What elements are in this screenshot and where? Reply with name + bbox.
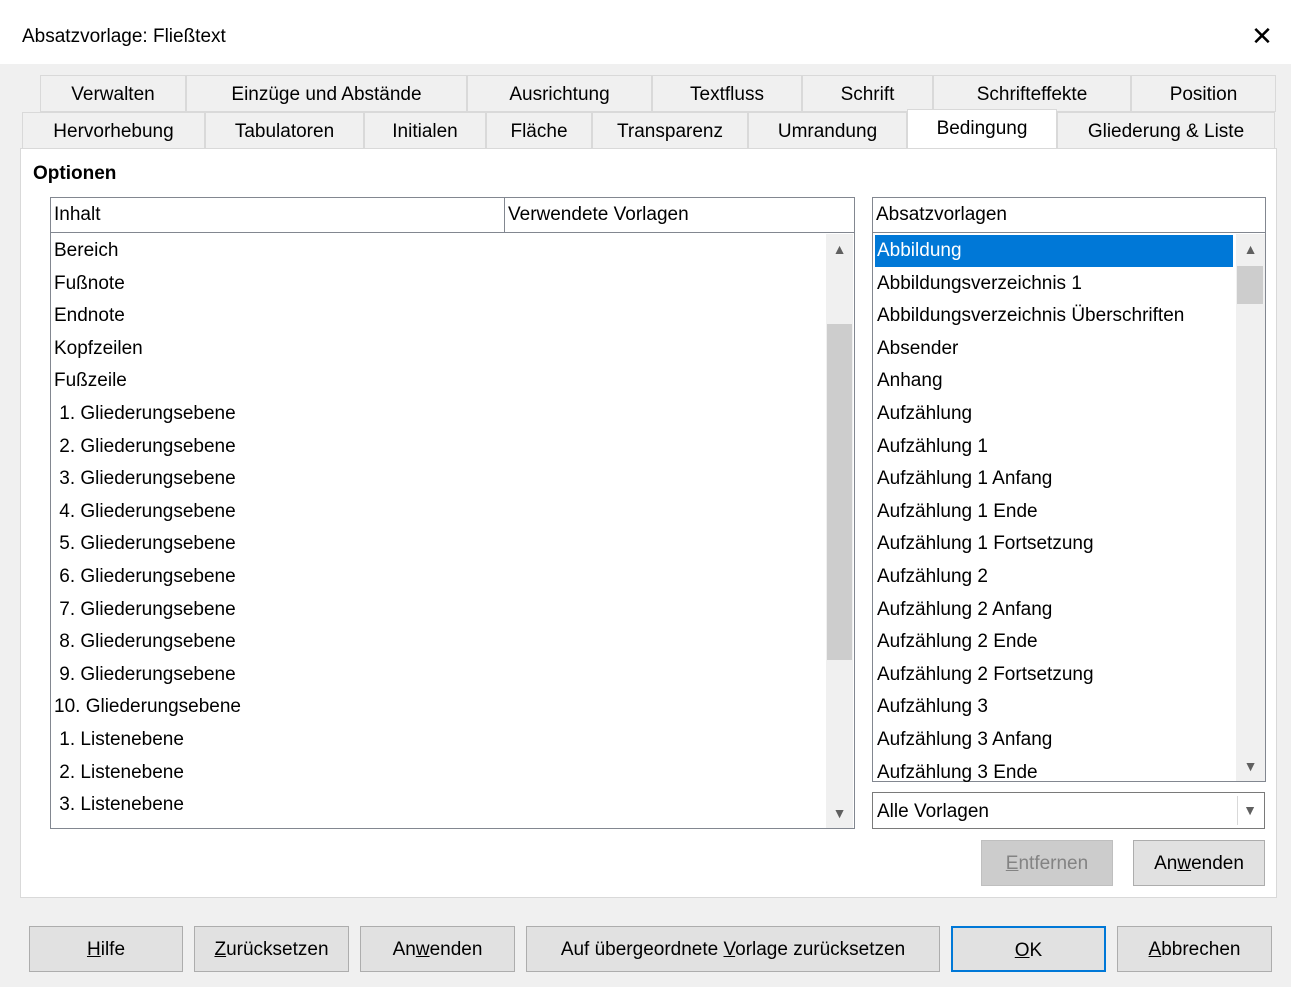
remove-button[interactable]: Entfernen (981, 840, 1113, 886)
paragraph-styles-list[interactable]: Absatzvorlagen Abbildung Abbildungsverzei… (872, 197, 1266, 783)
style-list-item[interactable]: Abbildungsverzeichnis 1 (875, 268, 1082, 300)
context-list[interactable]: Inhalt Verwendete Vorlagen Bereich Fußnot… (50, 197, 855, 829)
apply-label-mnemonic: w (1177, 853, 1192, 874)
style-list-item[interactable]: Aufzählung 3 Ende (875, 757, 1038, 789)
apply-condition-button[interactable]: Anwenden (1133, 840, 1265, 886)
cancel-button[interactable]: Abbrechen (1117, 926, 1272, 972)
help-label-mnemonic: H (86, 939, 101, 960)
style-list-item[interactable]: Aufzählung 1 (875, 431, 988, 463)
scrollbar-thumb[interactable] (1237, 266, 1263, 304)
reset-to-parent-button[interactable]: Auf übergeordnete Vorlage zurücksetzen (526, 926, 940, 972)
tab-textfluss[interactable]: Textfluss (652, 75, 802, 112)
window-title: Absatzvorlage: Fließtext (22, 26, 226, 47)
reset-label-mnemonic: Z (214, 939, 227, 960)
scrollbar-thumb[interactable] (827, 324, 852, 660)
close-icon[interactable]: ✕ (1246, 20, 1278, 52)
tab-bedingung[interactable]: Bedingung (907, 109, 1057, 149)
style-list-item[interactable]: Aufzählung 3 Anfang (875, 724, 1052, 756)
chevron-down-icon[interactable]: ▼ (826, 798, 853, 828)
style-list-item[interactable]: Aufzählung 2 Fortsetzung (875, 659, 1094, 691)
tab-gliederung-liste[interactable]: Gliederung & Liste (1057, 112, 1275, 149)
context-list-item[interactable]: 6. Gliederungsebene (54, 561, 235, 593)
footer-apply-label-b: enden (429, 939, 483, 960)
context-list-item[interactable]: 4. Gliederungsebene (54, 496, 235, 528)
tab-fläche[interactable]: Fläche (486, 112, 592, 149)
context-list-item[interactable]: 9. Gliederungsebene (54, 659, 235, 691)
style-list-item-selected[interactable]: Abbildung (875, 235, 1233, 267)
help-button[interactable]: Hilfe (29, 926, 183, 972)
style-list-item[interactable]: Aufzählung 2 Anfang (875, 594, 1052, 626)
context-list-item[interactable]: 1. Listenebene (54, 724, 184, 756)
context-list-item[interactable]: 2. Listenebene (54, 757, 184, 789)
context-list-item[interactable]: 8. Gliederungsebene (54, 626, 235, 658)
remove-label-mnemonic: E (1005, 853, 1019, 874)
ok-label-b: K (1029, 940, 1043, 961)
context-list-header: Inhalt Verwendete Vorlagen (51, 198, 854, 233)
context-list-item[interactable]: Fußnote (54, 268, 125, 300)
context-list-item[interactable]: 7. Gliederungsebene (54, 594, 235, 626)
footer-apply-label-mnemonic: w (415, 939, 430, 960)
parent-label-mnemonic: V (723, 939, 736, 960)
context-list-item[interactable]: 2. Gliederungsebene (54, 431, 235, 463)
style-list-item[interactable]: Aufzählung 1 Ende (875, 496, 1038, 528)
context-list-item[interactable]: Fußzeile (54, 365, 127, 397)
style-list-item[interactable]: Aufzählung 1 Fortsetzung (875, 528, 1094, 560)
column-header-absatzvorlagen[interactable]: Absatzvorlagen (873, 198, 1265, 232)
chevron-up-icon[interactable]: ▲ (826, 234, 853, 264)
ok-label-mnemonic: O (1014, 940, 1030, 961)
style-list-item[interactable]: Abbildungsverzeichnis Überschriften (875, 300, 1184, 332)
style-filter-value: Alle Vorlagen (877, 801, 989, 822)
apply-button[interactable]: Anwenden (360, 926, 515, 972)
tab-position[interactable]: Position (1131, 75, 1276, 112)
context-list-item[interactable]: 3. Listenebene (54, 789, 184, 821)
style-list-item[interactable]: Aufzählung (875, 398, 972, 430)
section-title-optionen: Optionen (33, 163, 117, 184)
context-list-item[interactable]: 5. Gliederungsebene (54, 528, 235, 560)
cancel-label-mnemonic: A (1148, 939, 1162, 960)
style-filter-select[interactable]: Alle Vorlagen ▼ (872, 792, 1265, 829)
context-list-item[interactable]: 10. Gliederungsebene (54, 691, 241, 723)
context-list-item[interactable]: Endnote (54, 300, 125, 332)
cancel-label-b: bbrechen (1161, 939, 1241, 960)
chevron-up-icon[interactable]: ▲ (1236, 234, 1265, 264)
chevron-down-icon[interactable]: ▼ (1237, 796, 1262, 825)
column-header-inhalt[interactable]: Inhalt (51, 198, 505, 232)
column-header-verwendete-vorlagen[interactable]: Verwendete Vorlagen (505, 198, 854, 232)
apply-label-b: enden (1191, 853, 1244, 874)
tab-transparenz[interactable]: Transparenz (592, 112, 748, 149)
tab-ausrichtung[interactable]: Ausrichtung (467, 75, 652, 112)
reset-label-b: urücksetzen (226, 939, 329, 960)
tab-umrandung[interactable]: Umrandung (748, 112, 907, 149)
apply-label-a: An (1154, 853, 1178, 874)
context-list-item[interactable]: Bereich (54, 235, 118, 267)
style-list-item[interactable]: Aufzählung 1 Anfang (875, 463, 1052, 495)
context-list-item[interactable]: 1. Gliederungsebene (54, 398, 235, 430)
tab-einzüge-und-abstände[interactable]: Einzüge und Abstände (186, 75, 467, 112)
style-list-item[interactable]: Aufzählung 3 (875, 691, 988, 723)
tab-verwalten[interactable]: Verwalten (40, 75, 186, 112)
reset-button[interactable]: Zurücksetzen (194, 926, 349, 972)
parent-label-b: orlage zurücksetzen (735, 939, 906, 960)
chevron-down-icon[interactable]: ▼ (1236, 751, 1265, 781)
footer-apply-label-a: An (392, 939, 416, 960)
context-list-item[interactable]: 3. Gliederungsebene (54, 463, 235, 495)
tab-initialen[interactable]: Initialen (364, 112, 486, 149)
parent-label-a: Auf übergeordnete (560, 939, 724, 960)
tab-schrifteffekte[interactable]: Schrifteffekte (933, 75, 1131, 112)
ok-button[interactable]: OK (951, 926, 1106, 972)
style-list-item[interactable]: Aufzählung 2 Ende (875, 626, 1038, 658)
style-list-item[interactable]: Absender (875, 333, 958, 365)
context-list-scrollbar[interactable]: ▲ ▼ (826, 234, 853, 828)
remove-label-b: ntfernen (1018, 853, 1089, 874)
tab-tabulatoren[interactable]: Tabulatoren (205, 112, 364, 149)
tab-schrift[interactable]: Schrift (802, 75, 933, 112)
styles-list-header: Absatzvorlagen (873, 198, 1265, 233)
style-list-item[interactable]: Aufzählung 2 (875, 561, 988, 593)
styles-list-scrollbar[interactable]: ▲ ▼ (1236, 234, 1265, 781)
tab-hervorhebung[interactable]: Hervorhebung (22, 112, 205, 149)
context-list-item[interactable]: Kopfzeilen (54, 333, 143, 365)
help-label-b: ilfe (100, 939, 126, 960)
style-list-item[interactable]: Anhang (875, 365, 943, 397)
